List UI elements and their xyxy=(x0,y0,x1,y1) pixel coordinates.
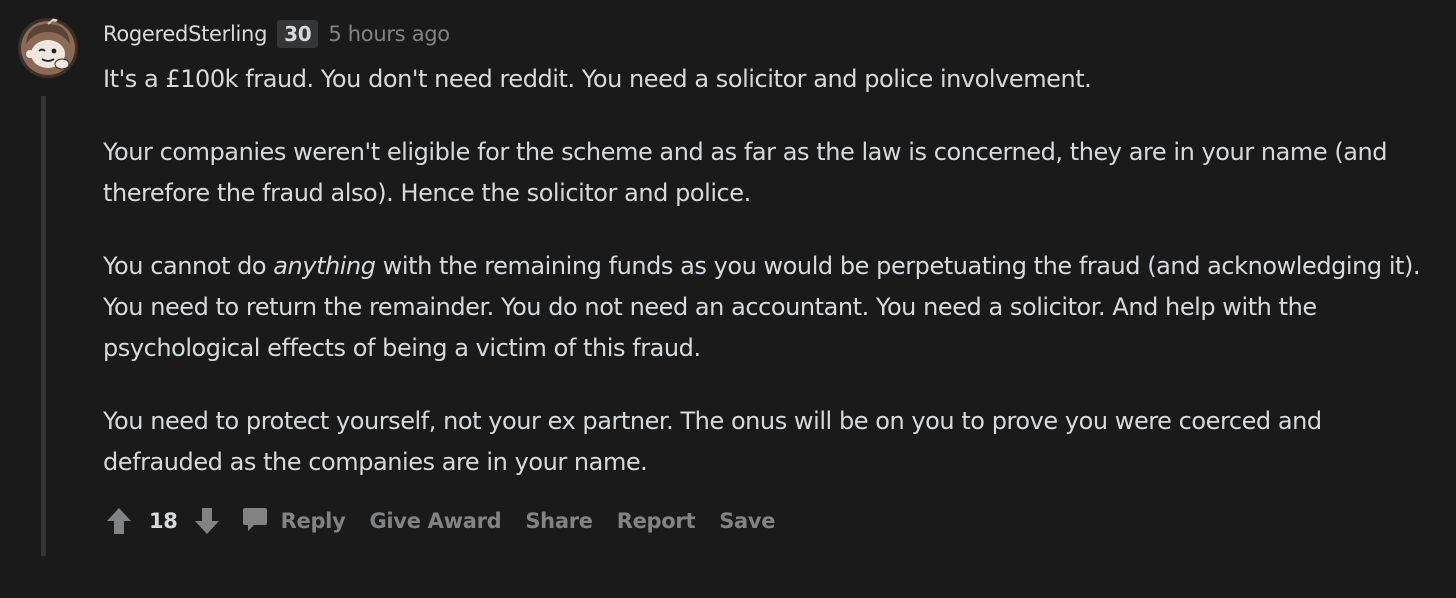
comment-paragraph: You cannot do anything with the remainin… xyxy=(103,246,1423,369)
emphasis-text: anything xyxy=(273,252,376,280)
share-button[interactable]: Share xyxy=(513,505,604,537)
reply-button[interactable]: Reply xyxy=(233,501,358,542)
arrow-down-icon xyxy=(194,508,219,534)
vote-score: 18 xyxy=(149,509,178,533)
upvote-button[interactable] xyxy=(103,505,135,537)
comment-paragraph: You need to protect yourself, not your e… xyxy=(103,407,1322,476)
snoo-avatar-icon xyxy=(18,18,78,78)
timestamp-link[interactable]: 5 hours ago xyxy=(328,22,450,46)
thread-collapse-line[interactable] xyxy=(41,96,46,556)
speech-bubble-icon xyxy=(241,505,269,538)
comment-body: It's a £100k fraud. You don't need reddi… xyxy=(103,59,1423,515)
comment-header: RogeredSterling 30 5 hours ago xyxy=(103,17,450,51)
save-button[interactable]: Save xyxy=(707,505,787,537)
karma-badge: 30 xyxy=(277,20,319,48)
reply-label: Reply xyxy=(280,509,346,533)
report-label: Report xyxy=(616,509,696,533)
downvote-button[interactable] xyxy=(191,505,223,537)
give-award-button[interactable]: Give Award xyxy=(357,505,513,537)
report-button[interactable]: Report xyxy=(605,505,707,537)
arrow-up-icon xyxy=(107,508,131,534)
paragraph-text: You cannot do xyxy=(103,252,274,280)
comment-paragraph: Your companies weren't eligible for the … xyxy=(103,138,1388,207)
user-avatar[interactable] xyxy=(18,18,78,78)
save-label: Save xyxy=(719,509,776,533)
comment: RogeredSterling 30 5 hours ago It's a £1… xyxy=(0,0,1456,598)
username-link[interactable]: RogeredSterling xyxy=(103,22,267,46)
comment-paragraph: It's a £100k fraud. You don't need reddi… xyxy=(103,65,1092,93)
comment-actions: 18 Reply Give Award Share Report Save xyxy=(103,500,787,542)
give-award-label: Give Award xyxy=(369,509,502,533)
share-label: Share xyxy=(525,509,593,533)
